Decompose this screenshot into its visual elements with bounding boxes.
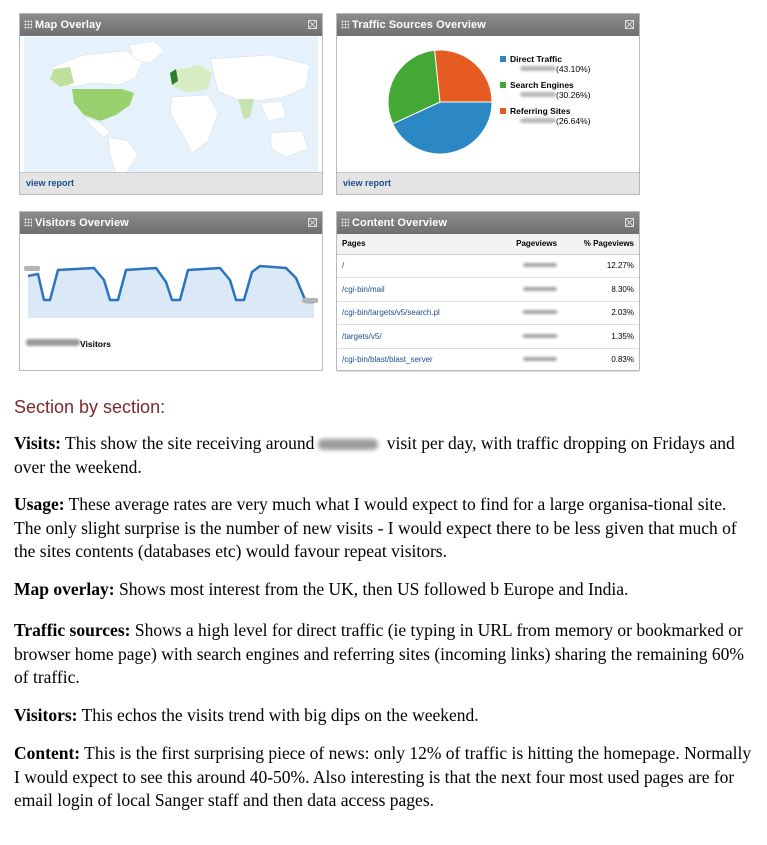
map-view-report-link[interactable]: view report bbox=[26, 178, 74, 188]
table-header-row: Pages Pageviews % Pageviews bbox=[337, 234, 639, 255]
map-text: Shows most interest from the UK, then US… bbox=[114, 579, 629, 599]
traffic-sources-footer: view report bbox=[337, 172, 639, 194]
redacted-count bbox=[523, 333, 558, 338]
legend-label-referring: Referring Sites bbox=[510, 106, 571, 116]
pct-cell: 12.27% bbox=[562, 254, 639, 278]
visitors-overview-title: Visitors Overview bbox=[35, 217, 129, 229]
sparkline-area bbox=[28, 266, 314, 318]
redacted-count bbox=[520, 66, 556, 71]
content-para-label: Content: bbox=[14, 743, 81, 763]
table-row: /cgi-bin/mail 8.30% bbox=[337, 277, 639, 302]
legend-item-referring: Referring Sites (26.64%) bbox=[500, 106, 591, 126]
drag-handle-icon[interactable] bbox=[24, 20, 32, 29]
pct-cell: 8.30% bbox=[562, 277, 639, 302]
legend-pct-referring: (26.64%) bbox=[556, 116, 591, 126]
section-heading: Section by section: bbox=[14, 397, 166, 417]
page-link[interactable]: /cgi-bin/mail bbox=[337, 277, 497, 302]
drag-handle-icon[interactable] bbox=[341, 20, 349, 29]
redacted-axis-label bbox=[302, 298, 318, 303]
traffic-sources-header: Traffic Sources Overview bbox=[337, 14, 639, 36]
paragraph-map: Map overlay: Shows most interest from th… bbox=[14, 578, 754, 602]
close-icon[interactable] bbox=[308, 218, 317, 227]
pie-slice-referring[interactable] bbox=[434, 49, 493, 103]
usage-label: Usage: bbox=[14, 494, 65, 514]
content-overview-widget: Content Overview Pages Pageviews % Pagev… bbox=[336, 211, 640, 372]
traffic-sources-widget: Traffic Sources Overview Direct Traffic … bbox=[336, 13, 640, 195]
redacted-count bbox=[26, 339, 80, 346]
traffic-legend: Direct Traffic (43.10%) Search Engines (… bbox=[500, 54, 591, 132]
page-link[interactable]: /cgi-bin/targets/v5/search.pl bbox=[337, 301, 497, 325]
close-icon[interactable] bbox=[625, 218, 634, 227]
legend-label-search: Search Engines bbox=[510, 80, 574, 90]
legend-label-direct: Direct Traffic bbox=[510, 54, 562, 64]
visitors-para-text: This echos the visits trend with big dip… bbox=[77, 705, 479, 725]
usage-text: These average rates are very much what I… bbox=[14, 494, 737, 561]
close-icon[interactable] bbox=[625, 20, 634, 29]
legend-pct-direct: (43.10%) bbox=[556, 64, 591, 74]
visitors-total: Visitors bbox=[26, 339, 111, 349]
table-row: / 12.27% bbox=[337, 254, 639, 278]
paragraph-traffic: Traffic sources: Shows a high level for … bbox=[14, 619, 754, 690]
redacted-count bbox=[523, 286, 558, 291]
visitors-overview-header: Visitors Overview bbox=[20, 212, 322, 234]
table-row: /cgi-bin/targets/v5/search.pl 2.03% bbox=[337, 301, 639, 325]
legend-swatch-search bbox=[500, 82, 506, 88]
traffic-label: Traffic sources: bbox=[14, 620, 131, 640]
visitors-sparkline[interactable] bbox=[24, 250, 320, 320]
pct-cell: 2.03% bbox=[562, 301, 639, 325]
legend-pct-search: (30.26%) bbox=[556, 90, 591, 100]
redacted-count bbox=[318, 439, 379, 450]
drag-handle-icon[interactable] bbox=[341, 218, 349, 227]
traffic-view-report-link[interactable]: view report bbox=[343, 178, 391, 188]
paragraph-usage: Usage: These average rates are very much… bbox=[14, 493, 754, 564]
map-overlay-title: Map Overlay bbox=[35, 19, 102, 31]
visits-text-before: This show the site receiving around bbox=[61, 433, 315, 453]
table-row: /cgi-bin/blast/blast_server 0.83% bbox=[337, 348, 639, 372]
legend-item-direct: Direct Traffic (43.10%) bbox=[500, 54, 591, 74]
page-link[interactable]: /targets/v5/ bbox=[337, 324, 497, 349]
close-icon[interactable] bbox=[308, 20, 317, 29]
traffic-sources-title: Traffic Sources Overview bbox=[352, 19, 486, 31]
map-overlay-widget: Map Overlay view report bbox=[19, 13, 323, 195]
content-para-text: This is the first surprising piece of ne… bbox=[14, 743, 752, 810]
legend-swatch-referring bbox=[500, 108, 506, 114]
map-overlay-header: Map Overlay bbox=[20, 14, 322, 36]
page-link[interactable]: / bbox=[337, 254, 497, 278]
visitors-label: Visitors bbox=[80, 339, 112, 349]
redacted-axis-label bbox=[24, 266, 40, 271]
pct-cell: 1.35% bbox=[562, 324, 639, 349]
content-overview-title: Content Overview bbox=[352, 217, 448, 229]
visitors-para-label: Visitors: bbox=[14, 705, 78, 725]
redacted-count bbox=[523, 310, 558, 315]
column-pages[interactable]: Pages bbox=[337, 234, 497, 255]
legend-item-search: Search Engines (30.26%) bbox=[500, 80, 591, 100]
table-row: /targets/v5/ 1.35% bbox=[337, 324, 639, 349]
map-overlay-footer: view report bbox=[20, 172, 322, 194]
redacted-count bbox=[523, 263, 558, 268]
page-link[interactable]: /cgi-bin/blast/blast_server bbox=[337, 348, 497, 372]
paragraph-visitors: Visitors: This echos the visits trend wi… bbox=[14, 704, 754, 728]
visitors-overview-widget: Visitors Overview Visitors bbox=[19, 211, 323, 371]
paragraph-content: Content: This is the first surprising pi… bbox=[14, 742, 754, 813]
legend-swatch-direct bbox=[500, 56, 506, 62]
visits-label: Visits: bbox=[14, 433, 61, 453]
world-map[interactable] bbox=[24, 37, 318, 173]
pct-cell: 0.83% bbox=[562, 348, 639, 372]
redacted-count bbox=[520, 118, 556, 123]
column-pageviews[interactable]: Pageviews bbox=[497, 234, 563, 255]
drag-handle-icon[interactable] bbox=[24, 218, 32, 227]
column-pct-pageviews[interactable]: % Pageviews bbox=[562, 234, 639, 255]
content-overview-header: Content Overview bbox=[337, 212, 639, 234]
paragraph-visits: Visits: This show the site receiving aro… bbox=[14, 432, 754, 479]
map-label: Map overlay: bbox=[14, 579, 115, 599]
content-table: Pages Pageviews % Pageviews / 12.27% /cg… bbox=[337, 234, 639, 372]
redacted-count bbox=[520, 92, 556, 97]
redacted-count bbox=[523, 357, 558, 362]
traffic-pie-chart[interactable] bbox=[385, 47, 495, 157]
